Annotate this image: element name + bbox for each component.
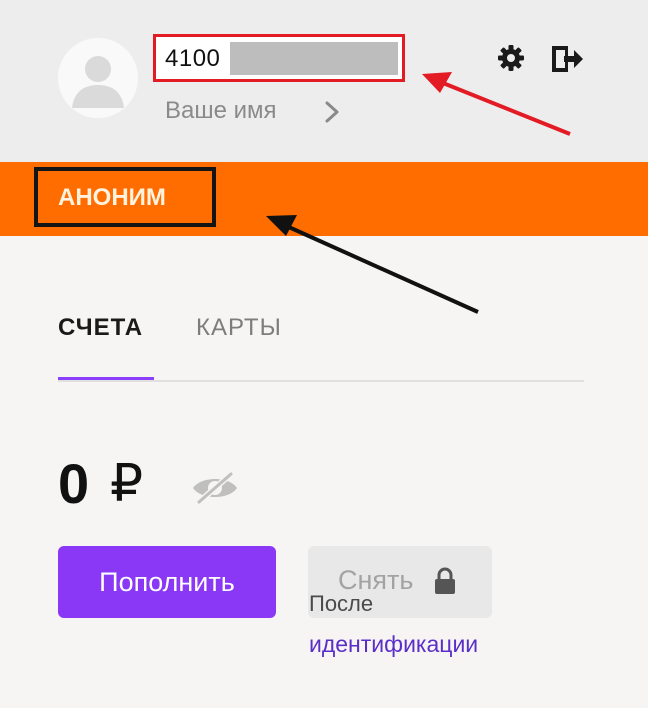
user-name-link[interactable]: Ваше имя — [165, 97, 277, 125]
chevron-right-icon[interactable] — [321, 99, 343, 125]
balance-amount: 0 — [58, 452, 90, 515]
tab-accounts[interactable]: СЧЕТА — [58, 314, 143, 342]
wallet-number-field[interactable]: 4100 — [153, 34, 405, 82]
identification-link[interactable]: идентификации — [309, 631, 478, 658]
status-highlight-box: АНОНИМ — [34, 167, 216, 227]
black-arrow-line — [281, 222, 479, 314]
status-label: АНОНИМ — [58, 184, 166, 211]
logout-icon[interactable] — [550, 44, 584, 74]
topup-button[interactable]: Пополнить — [58, 546, 276, 618]
eye-off-icon[interactable] — [189, 470, 241, 506]
withdraw-note-text: После — [309, 591, 374, 616]
profile-header: 4100 Ваше имя — [0, 0, 648, 162]
tabs-divider — [58, 380, 584, 382]
gear-icon[interactable] — [497, 44, 525, 72]
wallet-number: 4100 — [165, 45, 221, 72]
tab-cards[interactable]: КАРТЫ — [196, 314, 282, 342]
avatar[interactable] — [58, 38, 138, 118]
wallet-number-redaction — [230, 42, 398, 75]
lock-icon — [435, 567, 455, 594]
active-tab-indicator — [58, 377, 154, 380]
currency-symbol: ₽ — [110, 455, 144, 513]
user-placeholder-icon — [58, 38, 138, 118]
identification-status-bar: АНОНИМ — [0, 162, 648, 236]
